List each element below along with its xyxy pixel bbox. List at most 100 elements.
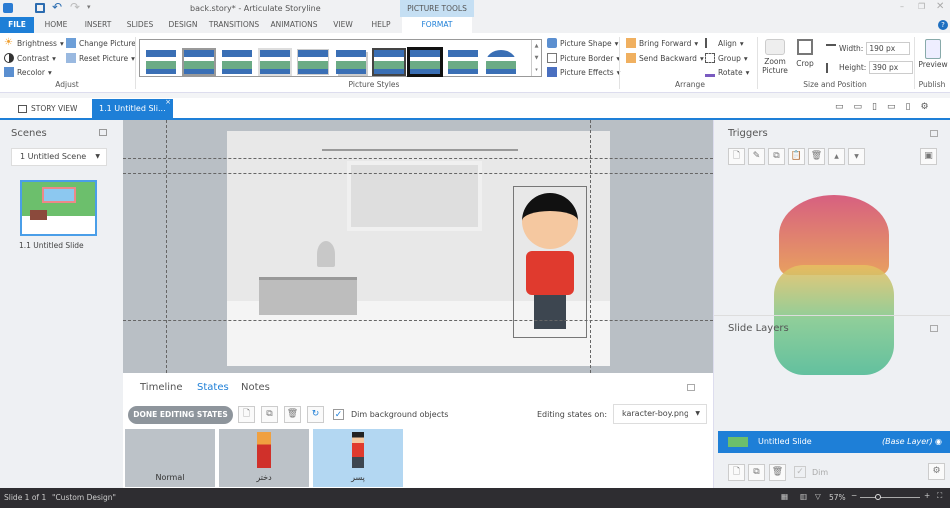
save-icon[interactable] xyxy=(35,3,45,13)
style-thumb[interactable] xyxy=(448,50,478,74)
tab-notes[interactable]: Notes xyxy=(241,382,270,393)
picture-effects-button[interactable]: Picture Effects ▾ xyxy=(547,67,620,77)
bring-forward-button[interactable]: Bring Forward ▾ xyxy=(626,38,698,48)
redo-icon[interactable]: ↷ xyxy=(70,0,80,14)
fit-icon[interactable]: ▽ xyxy=(815,492,821,501)
guide-line[interactable] xyxy=(123,173,713,174)
guide-line[interactable] xyxy=(123,320,713,321)
scene-select[interactable]: 1 Untitled Scene ▼ xyxy=(11,148,107,166)
phone-landscape-icon[interactable]: ▭ xyxy=(887,102,896,112)
tab-transitions[interactable]: TRANSITIONS xyxy=(208,17,260,33)
picture-shape-button[interactable]: Picture Shape ▾ xyxy=(547,38,618,48)
normal-view-status-icon[interactable]: ▥ xyxy=(800,492,807,501)
close-button[interactable]: ✕ xyxy=(936,1,944,12)
desktop-icon[interactable]: ▭ xyxy=(835,102,844,112)
tab-slides[interactable]: SLIDES xyxy=(122,17,158,33)
delete-trigger-icon[interactable]: 🗑 xyxy=(808,148,825,165)
eye-icon[interactable]: ◉ xyxy=(935,431,942,453)
dim-layer-checkbox[interactable]: ✓ xyxy=(794,466,806,478)
character-boy[interactable] xyxy=(513,186,587,338)
zoom-slider-handle[interactable] xyxy=(875,494,881,500)
tablet-landscape-icon[interactable]: ▭ xyxy=(854,102,863,112)
tab-format[interactable]: FORMAT xyxy=(402,17,472,33)
width-input[interactable]: 190 px xyxy=(866,42,911,55)
style-thumb[interactable] xyxy=(184,50,214,74)
move-down-icon[interactable]: ▼ xyxy=(848,148,865,165)
slide-thumbnail[interactable] xyxy=(20,180,97,236)
slide-stage[interactable] xyxy=(227,131,610,366)
slide-master-icon[interactable]: ▣ xyxy=(920,148,937,165)
panel-float-icon[interactable] xyxy=(687,384,695,391)
tab-home[interactable]: HOME xyxy=(38,17,74,33)
delete-layer-icon[interactable]: 🗑 xyxy=(769,464,786,481)
reset-picture-button[interactable]: Reset Picture ▾ xyxy=(66,53,135,63)
move-up-icon[interactable]: ▲ xyxy=(828,148,845,165)
zoom-picture-button[interactable]: Zoom Picture xyxy=(762,39,788,75)
gear-icon[interactable]: ⚙ xyxy=(920,102,928,112)
tab-states[interactable]: States xyxy=(197,382,229,393)
dim-background-checkbox[interactable]: ✓ xyxy=(333,409,344,420)
gallery-scroll[interactable]: ▲ ▼ ▾ xyxy=(531,40,541,76)
story-view-tab[interactable]: STORY VIEW xyxy=(18,104,77,113)
picture-border-button[interactable]: Picture Border ▾ xyxy=(547,53,620,63)
panel-float-icon[interactable] xyxy=(99,129,107,136)
style-thumb[interactable] xyxy=(146,50,176,74)
restore-button[interactable]: ❐ xyxy=(918,2,925,11)
change-picture-button[interactable]: Change Picture xyxy=(66,38,136,48)
zoom-slider[interactable] xyxy=(860,494,920,500)
guide-line[interactable] xyxy=(166,120,167,373)
quick-access-dropdown-icon[interactable]: ▾ xyxy=(87,3,91,11)
send-backward-button[interactable]: Send Backward ▾ xyxy=(626,53,704,63)
brightness-button[interactable]: ☀ Brightness ▾ xyxy=(4,38,64,48)
group-button[interactable]: Group ▾ xyxy=(705,53,748,63)
layer-row-base[interactable]: Untitled Slide (Base Layer) ◉ xyxy=(718,431,950,453)
tab-insert[interactable]: INSERT xyxy=(80,17,116,33)
undo-icon[interactable]: ↶ xyxy=(52,0,62,14)
copy-trigger-icon[interactable]: ⧉ xyxy=(768,148,785,165)
tab-timeline[interactable]: Timeline xyxy=(140,382,183,393)
state-girl[interactable]: دختر xyxy=(219,429,309,487)
phone-portrait-icon[interactable]: ▯ xyxy=(906,102,911,112)
fit-window-icon[interactable]: ⛶ xyxy=(937,491,942,501)
picture-styles-gallery[interactable]: ▲ ▼ ▾ xyxy=(139,39,542,77)
style-thumb[interactable] xyxy=(222,50,252,74)
tablet-portrait-icon[interactable]: ▯ xyxy=(872,102,877,112)
tab-design[interactable]: DESIGN xyxy=(164,17,202,33)
style-thumb[interactable] xyxy=(298,50,328,74)
guide-line[interactable] xyxy=(590,120,591,373)
style-thumb[interactable] xyxy=(410,50,440,74)
slide-tab[interactable]: 1.1 Untitled Sli... × xyxy=(92,98,173,118)
rotate-button[interactable]: Rotate ▾ xyxy=(705,67,749,77)
height-input[interactable]: 390 px xyxy=(869,61,914,74)
done-editing-states-button[interactable]: DONE EDITING STATES xyxy=(128,406,233,424)
reset-state-icon[interactable]: ↻ xyxy=(307,406,324,423)
delete-state-icon[interactable]: 🗑 xyxy=(284,406,301,423)
new-state-icon[interactable]: 🗋 xyxy=(238,406,255,423)
slide-canvas[interactable] xyxy=(123,120,713,373)
style-thumb[interactable] xyxy=(336,50,366,74)
edit-trigger-icon[interactable]: ✎ xyxy=(748,148,765,165)
duplicate-layer-icon[interactable]: ⧉ xyxy=(748,464,765,481)
new-trigger-icon[interactable]: 🗋 xyxy=(728,148,745,165)
style-thumb[interactable] xyxy=(374,50,404,74)
align-button[interactable]: Align ▾ xyxy=(705,38,744,48)
help-icon[interactable]: ? xyxy=(938,20,948,30)
tab-animations[interactable]: ANIMATIONS xyxy=(268,17,320,33)
tab-file[interactable]: FILE xyxy=(0,17,34,33)
crop-button[interactable]: Crop xyxy=(794,39,816,68)
duplicate-state-icon[interactable]: ⧉ xyxy=(261,406,278,423)
close-tab-icon[interactable]: × xyxy=(165,93,171,112)
editing-states-select[interactable]: karacter-boy.png ▼ xyxy=(613,404,707,424)
preview-button[interactable]: Preview xyxy=(917,39,949,69)
story-view-status-icon[interactable]: ▦ xyxy=(781,492,788,501)
panel-float-icon[interactable] xyxy=(930,325,938,332)
zoom-out-button[interactable]: − xyxy=(851,491,857,500)
tab-view[interactable]: VIEW xyxy=(328,17,358,33)
recolor-button[interactable]: Recolor ▾ xyxy=(4,67,52,77)
style-thumb[interactable] xyxy=(260,50,290,74)
panel-float-icon[interactable] xyxy=(930,130,938,137)
style-thumb[interactable] xyxy=(486,50,516,74)
minimize-button[interactable]: – xyxy=(900,2,904,11)
new-layer-icon[interactable]: 🗋 xyxy=(728,464,745,481)
state-normal[interactable]: Normal xyxy=(125,429,215,487)
